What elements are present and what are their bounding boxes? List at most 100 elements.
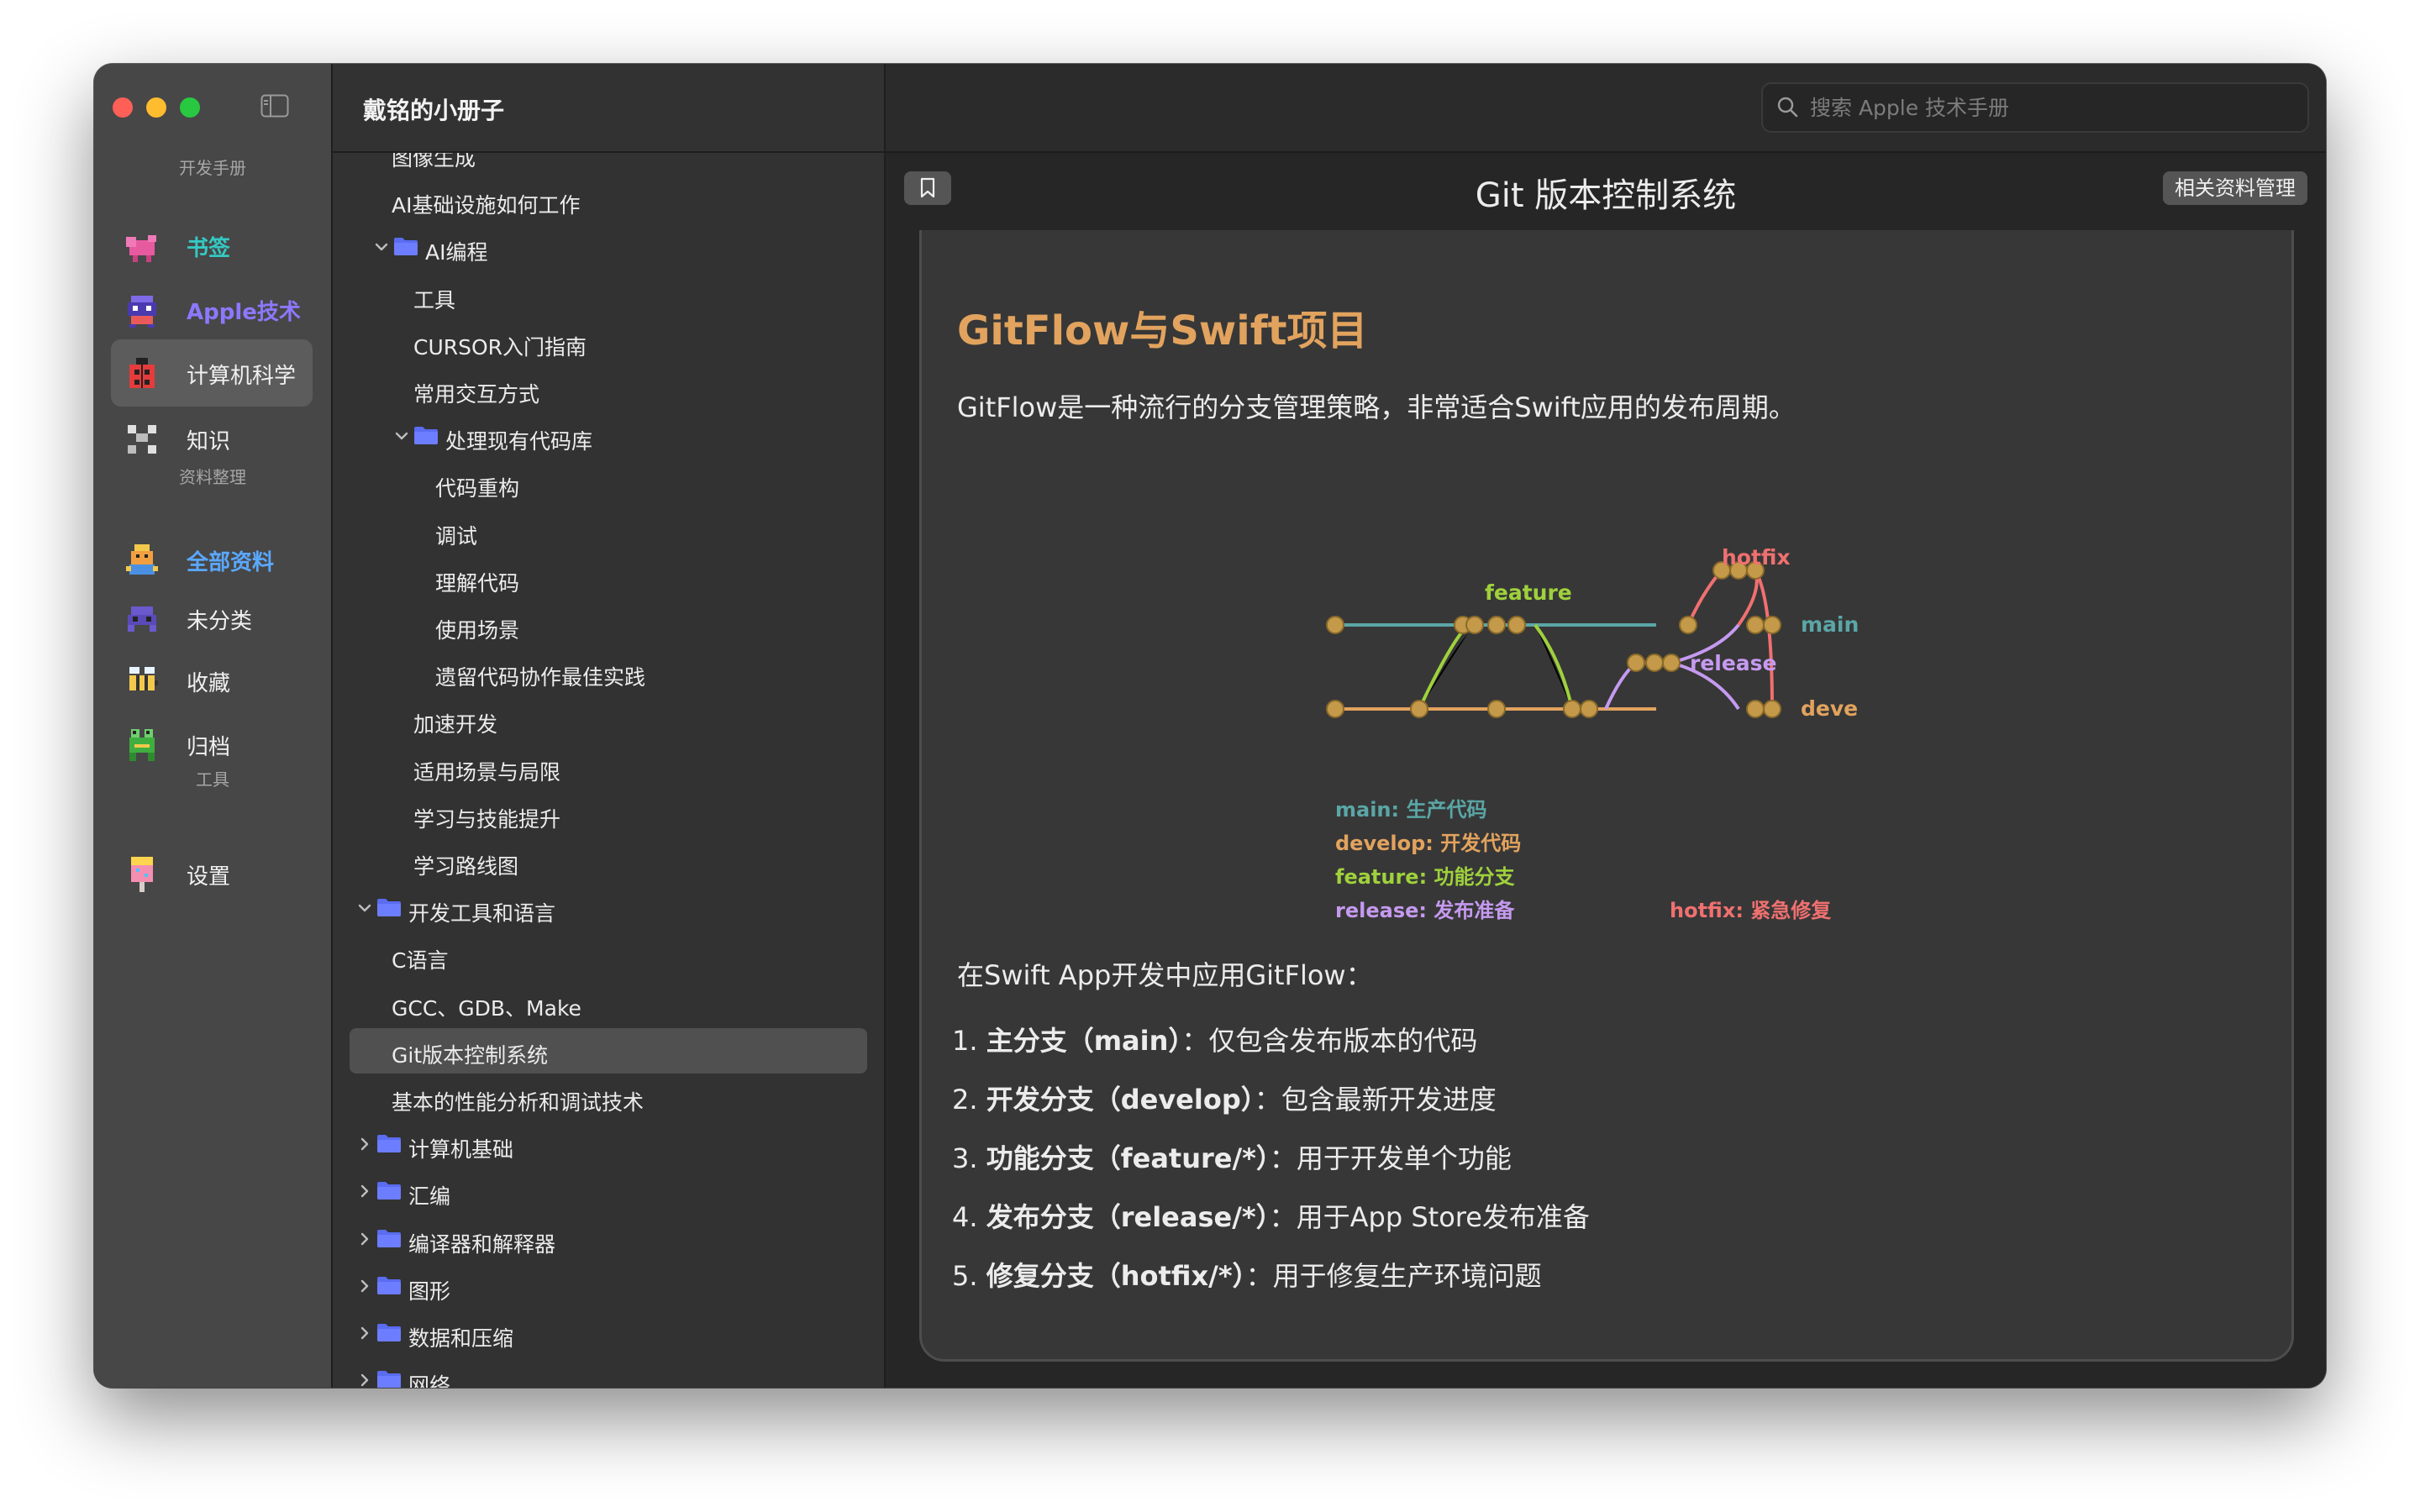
tree-label: 处理现有代码库 [445,429,593,454]
chevron-down-icon[interactable] [393,428,410,444]
folder-icon [377,899,401,917]
zoom-window-button[interactable] [180,97,200,118]
tree-folder[interactable]: 开发工具和语言 [350,886,867,932]
list-item-text: ：仅包含发布版本的代码 [1181,1025,1478,1057]
article-card: GitFlow与Swift项目 GitFlow是一种流行的分支管理策略，非常适合… [919,230,2294,1362]
sidebar-item-label: 归档 [187,735,231,760]
sidebar-item-uncategorized[interactable]: 未分类 [111,585,313,652]
tree-item[interactable]: 学习路线图 [350,839,867,885]
chevron-right-icon[interactable] [356,1231,373,1247]
chevron-right-icon[interactable] [356,1136,373,1152]
tree-item[interactable]: 适用场景与局限 [350,745,867,790]
tree-item[interactable]: 学习与技能提升 [350,792,867,837]
tree-item[interactable]: 基本的性能分析和调试技术 [350,1075,867,1121]
article-paragraph: 在Swift App开发中应用GitFlow： [957,959,1373,991]
tree-folder[interactable]: 数据和压缩 [350,1311,867,1357]
search-box[interactable] [1761,82,2309,133]
folder-icon [394,238,418,256]
sidebar-item-knowledge[interactable]: 知识 [111,405,313,472]
minimize-window-button[interactable] [146,97,166,118]
tree-item[interactable]: Git版本控制系统 [350,1027,867,1074]
close-window-button[interactable] [113,97,133,118]
sidebar-item-label: 全部资料 [187,550,275,575]
outline-tree: 图像生成 AI基础设施如何工作 AI编程 工具 CURSOR入门指南 常用交互方式处理现有… [333,153,884,1388]
chevron-right-icon[interactable] [356,1325,373,1341]
list-item-title: 开发分支（develop） [986,1084,1255,1116]
list-number: 2. [952,1084,978,1116]
sidebar-item-computer-science[interactable]: 计算机科学 [111,339,313,407]
tree-item[interactable]: 遗留代码协作最佳实践 [350,650,867,696]
list-item-text: ：包含最新开发进度 [1254,1084,1497,1116]
branch-list: 1. 主分支（main）：仅包含发布版本的代码 2. 开发分支（develop）：… [952,1020,1590,1314]
article-heading: GitFlow与Swift项目 [957,307,1368,354]
tree-label: 常用交互方式 [413,382,540,407]
tree-label: AI基础设施如何工作 [392,193,581,218]
list-number: 5. [952,1260,978,1292]
tree-item[interactable]: 加速开发 [350,697,867,743]
tree-folder[interactable]: 编译器和解释器 [350,1217,867,1263]
feature-branch-out [1418,623,1470,710]
sidebar-toggle-icon[interactable] [260,94,289,118]
list-item-title: 修复分支（hotfix/*） [986,1260,1246,1292]
tree-folder[interactable]: AI编程 [350,225,867,270]
tree-item[interactable]: 理解代码 [350,556,867,601]
tree-label: 图像生成 [392,153,476,171]
list-item-text: ：用于修复生产环境问题 [1245,1260,1542,1292]
tree-item[interactable]: 工具 [350,273,867,318]
legend-hotfix: hotfix: 紧急修复 [1670,899,1832,922]
tree-item[interactable]: C语言 [350,933,867,979]
gitflow-diagram: feature hotfix release main deve main: 生… [1326,545,1859,922]
chevron-right-icon[interactable] [356,1372,373,1388]
uncategorized-icon [128,606,156,632]
chevron-right-icon[interactable] [356,1278,373,1294]
tree-item[interactable]: AI基础设施如何工作 [350,178,867,223]
chevron-down-icon[interactable] [356,900,373,916]
release-label: release [1690,651,1777,675]
list-number: 4. [952,1201,978,1233]
sidebar: 开发手册 资料整理 工具 书签 Apple技术 计算机科学 知识 全部资料 未分类 收藏 归档… [94,64,333,1388]
tree-item[interactable]: GCC、GDB、Make [350,981,867,1026]
sidebar-item-archive[interactable]: 归档 [111,711,313,778]
search-input[interactable] [1808,92,2282,123]
list-item-title: 发布分支（release/*） [986,1201,1270,1233]
tree-item[interactable]: 常用交互方式 [350,367,867,412]
sidebar-item-bookmarks[interactable]: 书签 [111,212,313,279]
related-materials-button[interactable]: 相关资料管理 [2163,171,2307,205]
tree-item[interactable]: 调试 [350,509,867,554]
sidebar-item-favorites[interactable]: 收藏 [111,647,313,714]
tree-item[interactable]: 使用场景 [350,603,867,648]
sidebar-item-settings[interactable]: 设置 [111,840,313,907]
tree-label: CURSOR入门指南 [413,334,587,360]
sidebar-item-label: 知识 [187,429,231,454]
chevron-right-icon[interactable] [356,1183,373,1200]
tree-label: GCC、GDB、Make [392,995,581,1021]
tree-folder[interactable]: 图形 [350,1264,867,1310]
tree-label: 编译器和解释器 [408,1231,556,1257]
main-label: main [1801,612,1859,637]
chevron-down-icon[interactable] [373,239,390,255]
search-icon [1777,97,1798,118]
tree-item[interactable]: 图像生成 [350,153,867,176]
list-item-title: 主分支（main） [986,1025,1182,1057]
tree-folder[interactable]: 计算机基础 [350,1122,867,1168]
list-item: 2. 开发分支（develop）：包含最新开发进度 [952,1079,1590,1137]
knowledge-icon [128,425,156,454]
list-number: 3. [952,1142,978,1174]
develop-label: deve [1801,696,1858,721]
sidebar-item-all-materials[interactable]: 全部资料 [111,526,313,593]
folder-icon [377,1276,401,1294]
sidebar-item-apple-tech[interactable]: Apple技术 [111,276,313,343]
tree-folder[interactable]: 汇编 [350,1169,867,1215]
tree-label: 计算机基础 [408,1137,514,1163]
tree-item[interactable]: CURSOR入门指南 [350,320,867,365]
tree-folder[interactable]: 网络 [350,1358,867,1388]
main-content: Git 版本控制系统 相关资料管理 GitFlow与Swift项目 GitFlo… [886,64,2326,1388]
tree-folder[interactable]: 处理现有代码库 [350,414,867,459]
tree-item[interactable]: 代码重构 [350,461,867,507]
apple-tech-icon [128,296,156,328]
popsicle-icon [131,857,153,892]
tree-label: 网络 [408,1373,451,1388]
tree-label: Git版本控制系统 [392,1042,549,1068]
list-item: 5. 修复分支（hotfix/*）：用于修复生产环境问题 [952,1255,1590,1314]
sidebar-item-label: 未分类 [187,609,253,634]
